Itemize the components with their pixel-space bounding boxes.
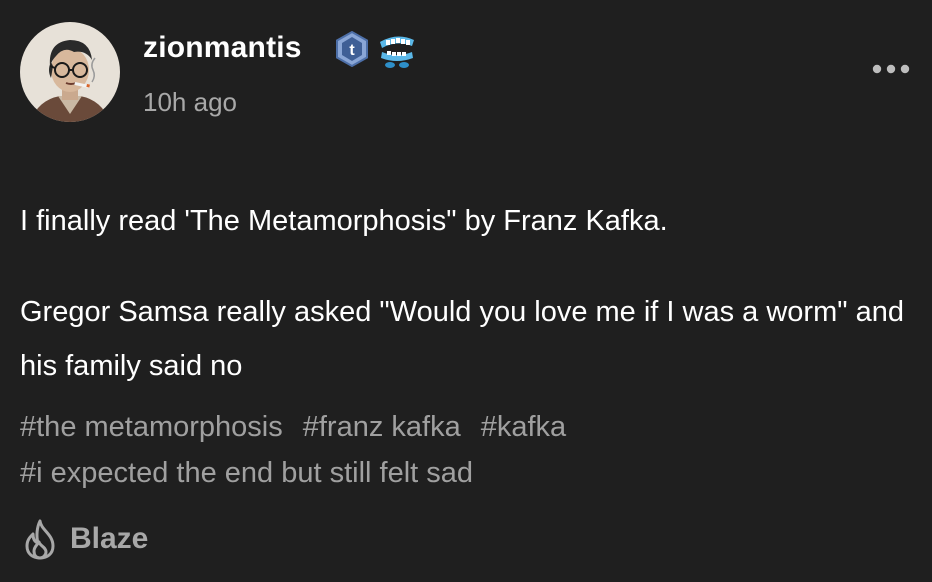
chattering-teeth-badge-icon[interactable] (376, 28, 418, 70)
avatar-illustration (20, 22, 120, 122)
post-tags: #the metamorphosis #franz kafka #kafka #i e… (20, 404, 910, 496)
tag-link[interactable]: #franz kafka (303, 411, 461, 443)
post-timestamp[interactable]: 10h ago (143, 86, 237, 118)
tag-link[interactable]: #the metamorphosis (20, 411, 283, 443)
avatar[interactable] (20, 22, 120, 122)
more-options-icon[interactable] (870, 58, 912, 80)
tag-link[interactable]: #i expected the end but still felt sad (20, 457, 473, 489)
tag-link[interactable]: #kafka (481, 411, 566, 443)
blaze-label: Blaze (70, 522, 149, 555)
post-paragraph: Gregor Samsa really asked "Would you lov… (20, 296, 904, 382)
flame-icon (25, 519, 55, 560)
username[interactable]: zionmantis (143, 30, 302, 66)
blaze-button[interactable]: Blaze (22, 518, 148, 560)
post-paragraph: I finally read 'The Metamorphosis" by Fr… (20, 205, 668, 237)
tumblr-t-badge-icon[interactable]: t (334, 31, 370, 67)
post-card: zionmantis t 10h ago I finally read 'The… (0, 0, 932, 582)
svg-text:t: t (349, 42, 355, 59)
